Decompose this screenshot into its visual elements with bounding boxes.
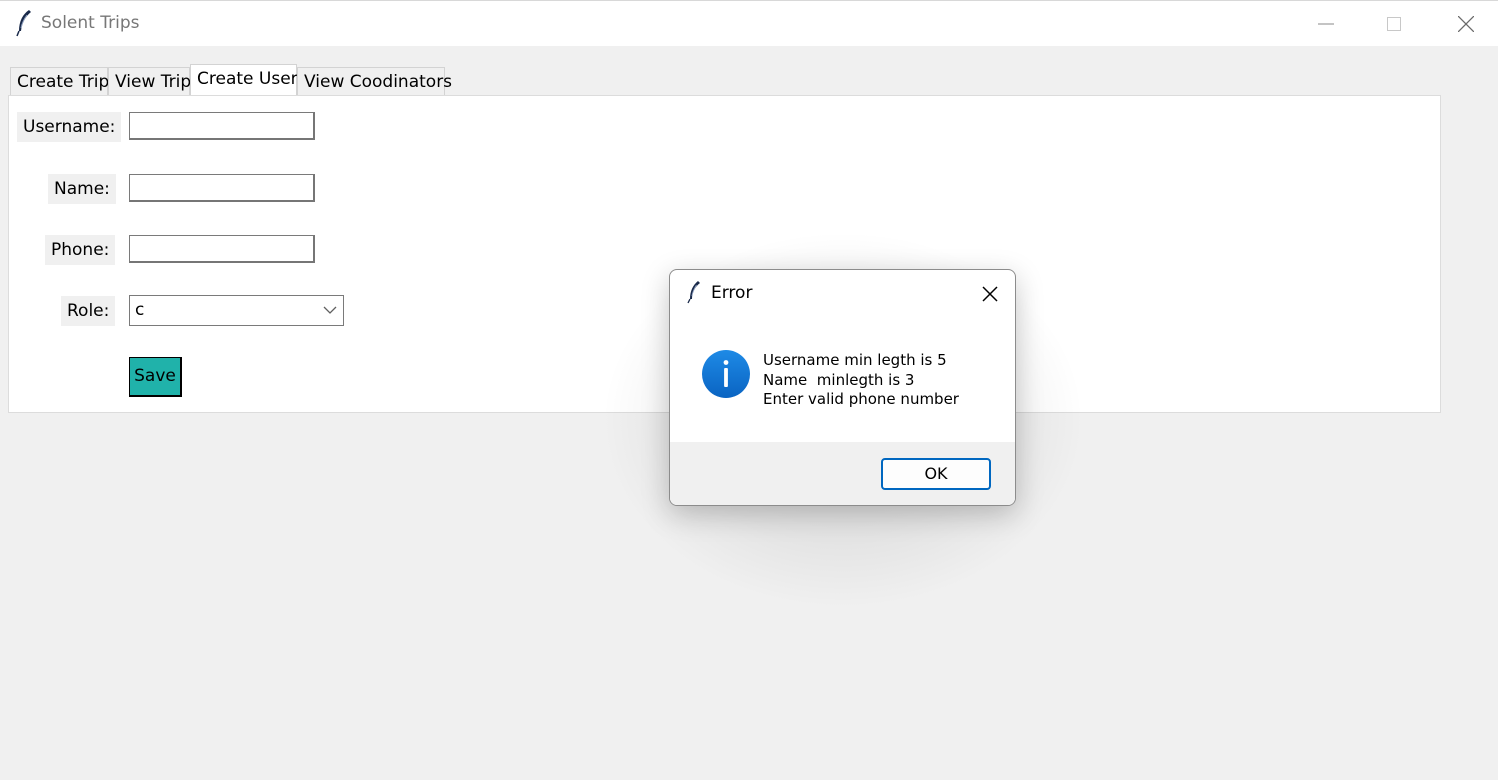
minimize-icon bbox=[1318, 23, 1334, 25]
chevron-down-icon[interactable] bbox=[323, 306, 337, 315]
dialog-title: Error bbox=[711, 283, 753, 303]
maximize-icon bbox=[1387, 17, 1401, 31]
message-line: Name minlegth is 3 bbox=[763, 370, 915, 389]
window-title: Solent Trips bbox=[41, 13, 140, 33]
role-value: c bbox=[135, 300, 145, 320]
close-icon[interactable] bbox=[978, 282, 1002, 306]
minimize-button[interactable] bbox=[1296, 1, 1356, 47]
role-combobox[interactable]: c bbox=[129, 295, 344, 326]
name-label: Name: bbox=[48, 174, 116, 204]
phone-label: Phone: bbox=[45, 235, 116, 265]
feather-icon bbox=[687, 281, 700, 304]
username-input[interactable] bbox=[129, 112, 315, 140]
message-line: Username min legth is 5 bbox=[763, 351, 947, 369]
save-button[interactable]: Save bbox=[129, 357, 182, 397]
phone-input[interactable] bbox=[129, 235, 315, 263]
error-dialog: Error Username min legth is 5 Name minle… bbox=[669, 269, 1016, 506]
message-line: Enter valid phone number bbox=[763, 390, 959, 408]
maximize-button[interactable] bbox=[1364, 1, 1424, 47]
tab-view-coodinators[interactable]: View Coodinators bbox=[297, 67, 452, 95]
title-bar: Solent Trips bbox=[0, 0, 1498, 46]
feather-icon bbox=[16, 10, 31, 37]
ok-button[interactable]: OK bbox=[881, 458, 991, 490]
close-button[interactable] bbox=[1436, 1, 1496, 47]
tab-create-user[interactable]: Create User bbox=[190, 64, 298, 96]
username-label: Username: bbox=[17, 112, 122, 142]
tab-create-trip[interactable]: Create Trip bbox=[10, 67, 109, 95]
info-icon bbox=[702, 350, 750, 398]
close-icon bbox=[1458, 16, 1474, 32]
tab-view-trip[interactable]: View Trip bbox=[108, 67, 191, 95]
dialog-message: Username min legth is 5 Name minlegth is… bbox=[763, 351, 959, 410]
role-label: Role: bbox=[61, 296, 116, 326]
name-input[interactable] bbox=[129, 174, 315, 202]
dialog-footer: OK bbox=[670, 442, 1015, 505]
